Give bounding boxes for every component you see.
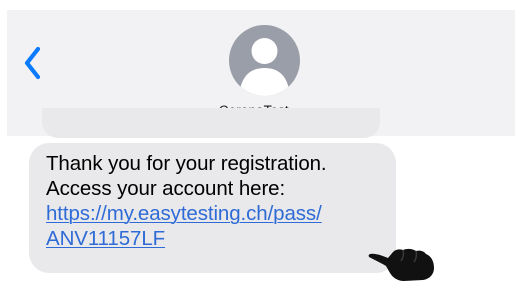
message-bubble[interactable]: Thank you for your registration. Access … (29, 143, 396, 273)
message-text-line-2: Access your account here: (46, 177, 286, 200)
message-link-line-2[interactable]: ANV11157LF (46, 226, 380, 251)
back-chevron-icon[interactable] (22, 43, 46, 83)
pointing-hand-icon (368, 248, 434, 281)
message-link-line-1[interactable]: https://my.easytesting.ch/pass/ (46, 201, 380, 226)
previous-message-bubble (42, 108, 380, 138)
contact-avatar[interactable] (229, 25, 300, 96)
person-silhouette-icon (239, 38, 290, 96)
message-text-line-1: Thank you for your registration. (46, 152, 327, 175)
